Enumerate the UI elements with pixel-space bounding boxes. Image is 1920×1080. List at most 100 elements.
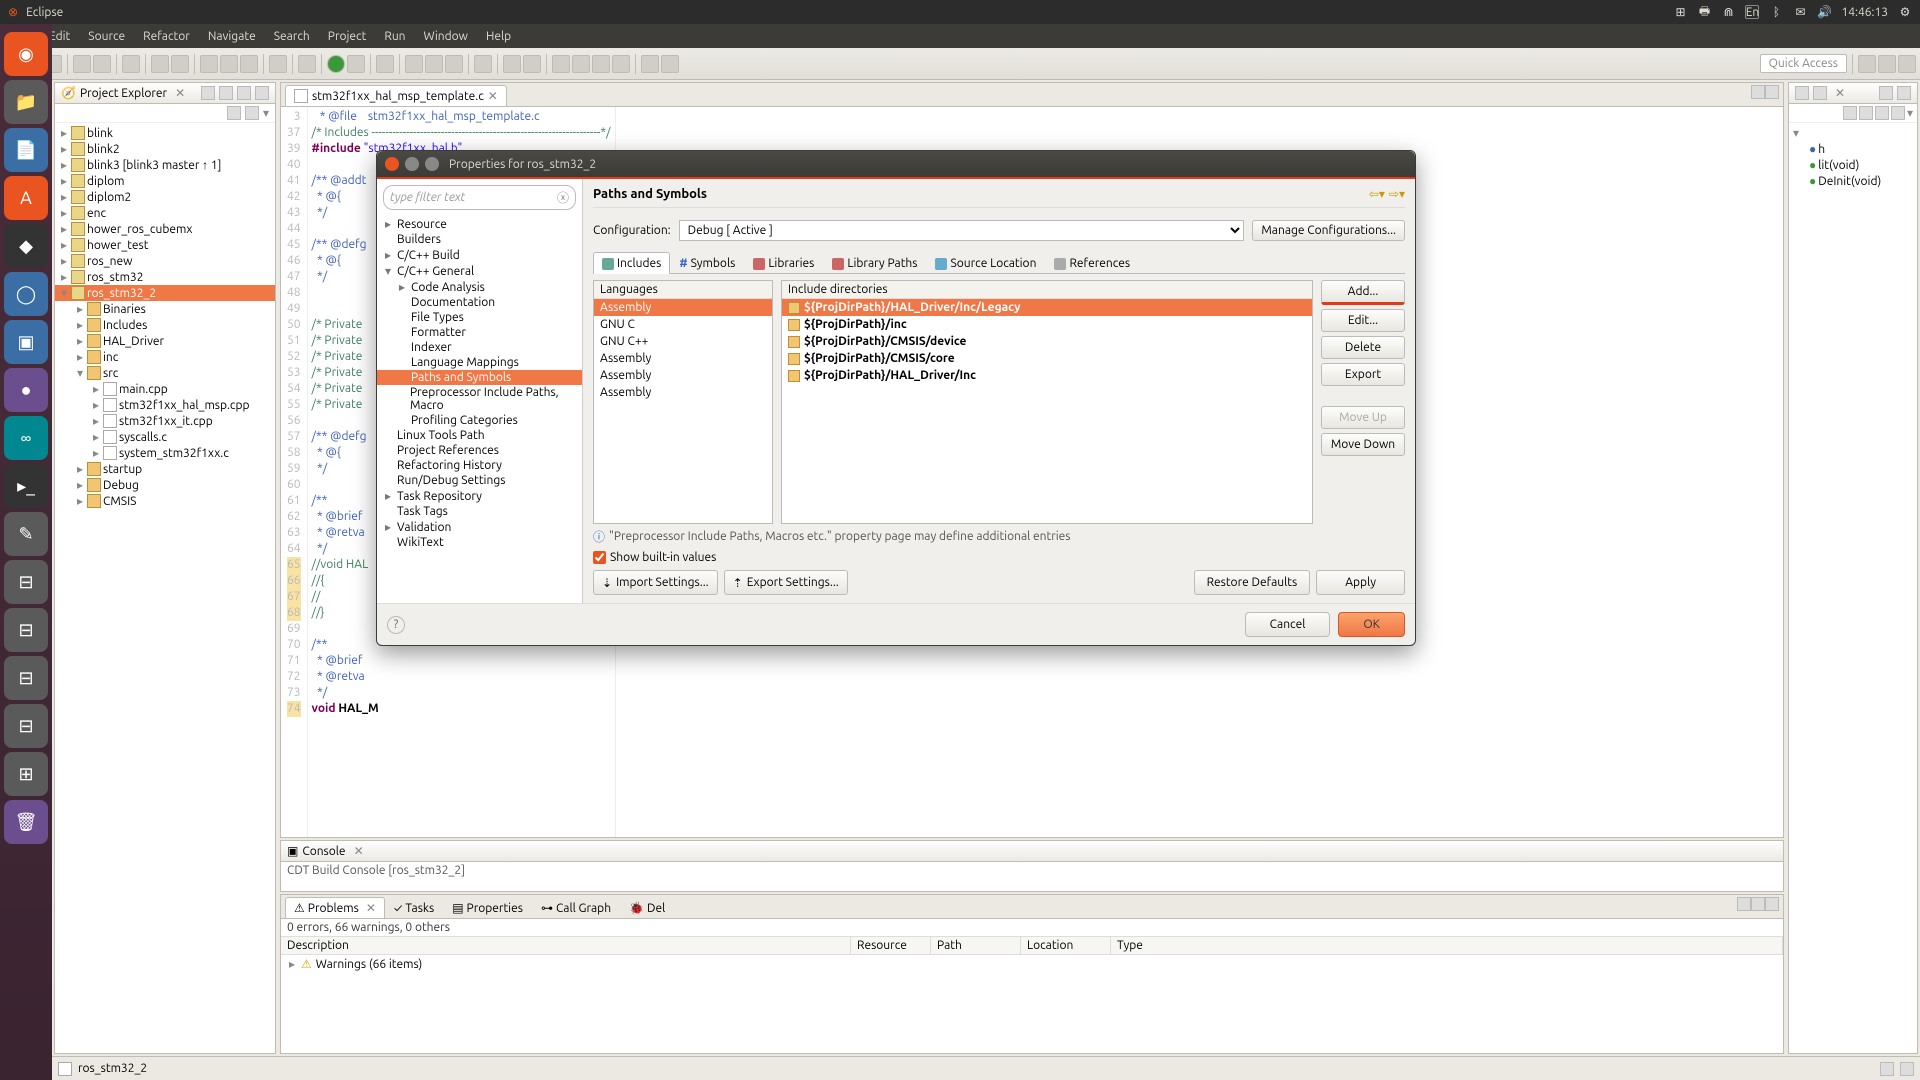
bluetooth-icon[interactable]: ᛒ [1769,5,1783,19]
tree-item[interactable]: ▸hower_test [55,237,275,253]
tool-expand[interactable] [122,55,140,73]
minimize-icon[interactable] [1751,85,1765,99]
tree-item[interactable]: ▸CMSIS [55,493,275,509]
tool-search[interactable] [503,55,521,73]
launcher-disk4[interactable]: ⊟ [4,704,48,748]
nav-item[interactable]: Paths and Symbols [377,370,582,385]
language-item[interactable]: Assembly [594,384,772,401]
cancel-button[interactable]: Cancel [1245,612,1331,637]
menu-run[interactable]: Run [376,27,413,46]
nav-item[interactable]: Preprocessor Include Paths, Macro [377,385,582,413]
tree-item[interactable]: ▸Includes [55,317,275,333]
view-menu-icon[interactable] [1737,897,1751,911]
close-icon[interactable]: ✕ [175,86,185,100]
outline-tab[interactable]: ✕ [1789,83,1917,104]
tree-item[interactable]: ▾ros_stm32_2 [55,285,275,301]
persp-cpp[interactable] [1878,55,1896,73]
launcher-files[interactable]: 📁 [4,80,48,124]
maximize-icon[interactable] [255,86,269,100]
tool-gen2[interactable] [425,55,443,73]
menu-help[interactable]: Help [478,27,519,46]
clock[interactable]: 14:46:13 [1841,6,1888,19]
menu-refactor[interactable]: Refactor [135,27,198,46]
tab-symbols[interactable]: #Symbols [670,252,744,274]
close-icon[interactable] [385,157,399,171]
tab-source-location[interactable]: Source Location [926,252,1045,274]
launcher-text[interactable]: ✎ [4,512,48,556]
launcher-disk2[interactable]: ⊟ [4,608,48,652]
tree-item[interactable]: ▸hower_ros_cubemx [55,221,275,237]
back-icon[interactable]: ⇦▾ [1369,187,1385,201]
tool-debug-cfg[interactable] [151,55,169,73]
apply-button[interactable]: Apply [1316,570,1405,595]
nav-item[interactable]: Indexer [377,340,582,355]
minimize-icon[interactable] [1751,897,1765,911]
include-item[interactable]: ${ProjDirPath}/HAL_Driver/Inc [782,367,1312,384]
tool-nav1[interactable] [552,55,570,73]
launcher-arduino[interactable]: ∞ [4,416,48,460]
include-item[interactable]: ${ProjDirPath}/inc [782,316,1312,333]
languages-list[interactable]: Languages AssemblyGNU CGNU C++AssemblyAs… [593,280,773,524]
menu-window[interactable]: Window [416,27,476,46]
help-icon[interactable]: ? [387,616,405,634]
include-item[interactable]: ${ProjDirPath}/CMSIS/core [782,350,1312,367]
tool-open-type[interactable] [474,55,492,73]
minimize-icon[interactable] [405,157,419,171]
tab-properties[interactable]: ▤Properties [443,897,532,918]
chevron-right-icon[interactable]: ▸ [287,957,297,971]
tree-item[interactable]: ▸Debug [55,477,275,493]
launcher-workspaces[interactable]: ⊞ [4,752,48,796]
launcher-eclipse[interactable]: ● [4,368,48,412]
tool-target[interactable] [269,55,287,73]
tab-tasks[interactable]: ✓Tasks [385,897,443,918]
dialog-titlebar[interactable]: Properties for ros_stm32_2 [377,151,1415,179]
menu-navigate[interactable]: Navigate [200,27,264,46]
launcher-trash[interactable]: 🗑 [4,800,48,844]
launcher-dash[interactable]: ◉ [4,32,48,76]
nav-item[interactable]: Refactoring History [377,458,582,473]
hide-fields-icon[interactable] [1813,86,1827,100]
nav-item[interactable]: File Types [377,310,582,325]
export-button[interactable]: Export [1321,363,1405,386]
close-icon[interactable]: ✕ [354,844,364,858]
tool-proj1[interactable] [200,55,218,73]
close-icon[interactable]: ✕ [366,901,376,915]
launcher-chromium[interactable]: ◯ [4,272,48,316]
sort-icon[interactable] [1843,106,1857,120]
tree-item[interactable]: ▸startup [55,461,275,477]
tab-references[interactable]: References [1045,252,1139,274]
filter2-icon[interactable] [1875,106,1889,120]
problems-header[interactable]: Description Resource Path Location Type [281,936,1783,955]
project-tree[interactable]: ▸blink▸blink2▸blink3 [blink3 master ↑ 1]… [55,123,275,1053]
language-item[interactable]: Assembly [594,367,772,384]
nav-item[interactable]: Profiling Categories [377,413,582,428]
tool-hammer[interactable] [93,55,111,73]
filter3-icon[interactable] [1891,106,1905,120]
tree-item[interactable]: ▸main.cpp [55,381,275,397]
tool-build[interactable] [73,55,91,73]
launcher-inkscape[interactable]: ◆ [4,224,48,268]
close-icon[interactable]: ⊗ [8,5,18,19]
tree-item[interactable]: ▸ros_stm32 [55,269,275,285]
nav-item[interactable]: Builders [377,232,582,247]
launcher-amplify[interactable]: A [4,176,48,220]
project-explorer-tab[interactable]: 🧭 Project Explorer ✕ [55,83,275,104]
manage-config-button[interactable]: Manage Configurations... [1252,220,1405,241]
include-item[interactable]: ${ProjDirPath}/CMSIS/device [782,333,1312,350]
lang-indicator[interactable]: En [1745,5,1759,19]
gear-icon[interactable]: ⚙ [1898,5,1912,19]
filter1-icon[interactable] [1859,106,1873,120]
tree-item[interactable]: ▸stm32f1xx_it.cpp [55,413,275,429]
config-select[interactable]: Debug [ Active ] [679,220,1245,241]
moveup-button[interactable]: Move Up [1321,406,1405,429]
nav-item[interactable]: ▸Code Analysis [377,279,582,295]
nav-item[interactable]: ▸Task Repository [377,488,582,504]
tab-includes[interactable]: Includes [593,252,670,274]
tool-bug[interactable] [298,55,316,73]
tool-ann[interactable] [523,55,541,73]
collapse-all-icon[interactable] [227,106,241,120]
wifi-icon[interactable]: ⋒ [1721,5,1735,19]
language-item[interactable]: Assembly [594,299,772,316]
nav-item[interactable]: Language Mappings [377,355,582,370]
launcher-virtualbox[interactable]: ▣ [4,320,48,364]
